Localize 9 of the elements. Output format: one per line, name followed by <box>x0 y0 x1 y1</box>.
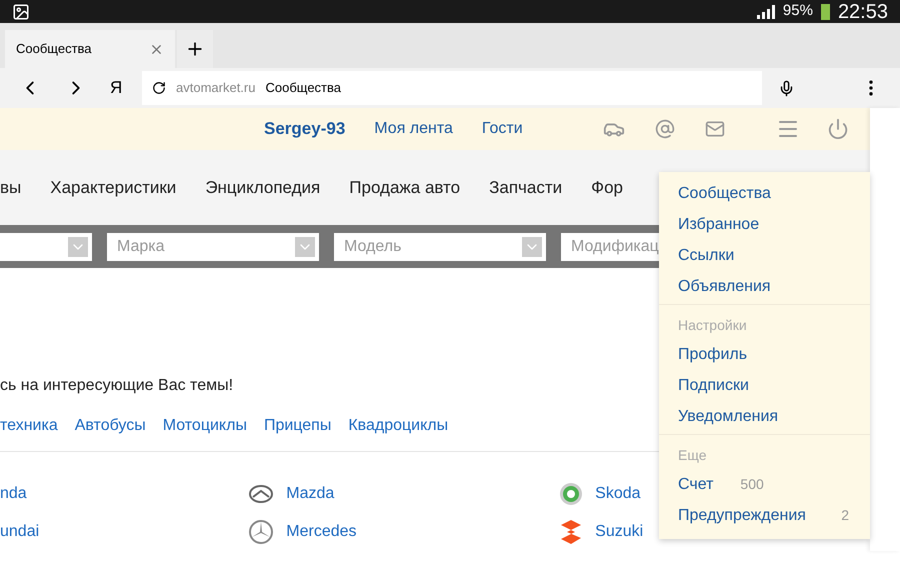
count: 500 <box>740 475 764 494</box>
intro-text: сь на интересующие Вас темы! <box>0 376 234 396</box>
battery-level: 95% <box>782 1 813 22</box>
menu-section-title: Настройки <box>677 316 748 335</box>
clock: 22:53 <box>838 0 888 24</box>
url-domain: avtomarket.ru <box>176 79 256 98</box>
menu-section-title: Еще <box>677 446 708 465</box>
page-title: Сообщества <box>265 79 342 98</box>
count: 2 <box>841 506 850 525</box>
